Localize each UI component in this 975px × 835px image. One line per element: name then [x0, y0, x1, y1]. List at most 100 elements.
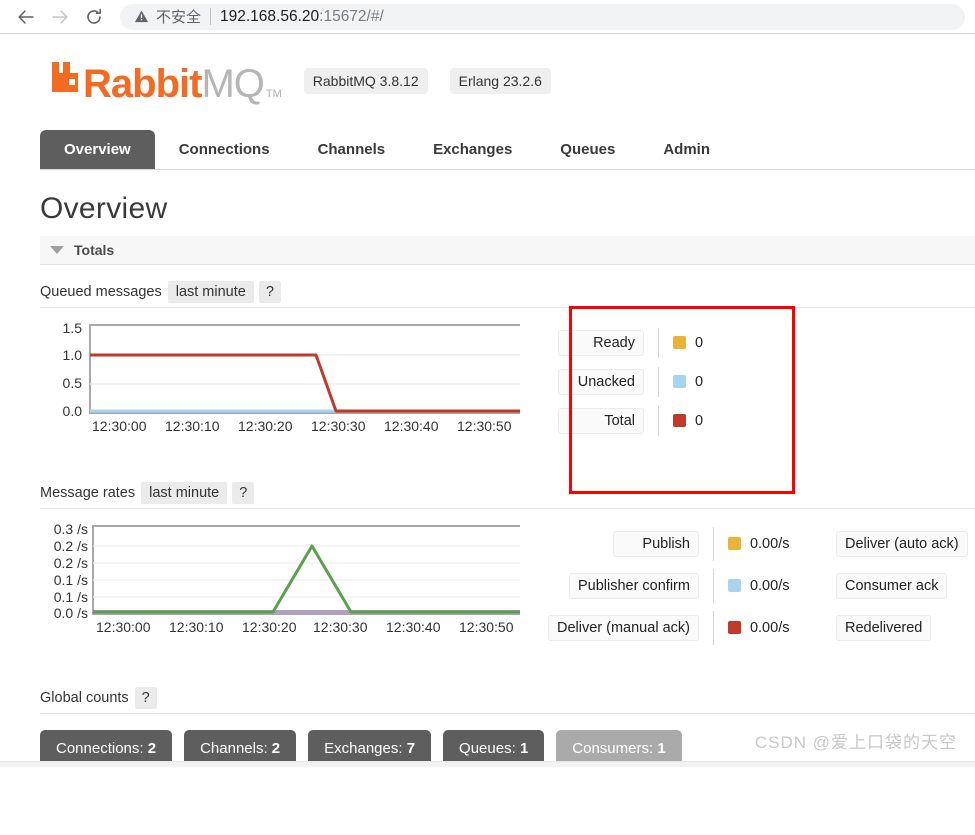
address-bar[interactable]: 不安全 192.168.56.20:15672/#/ [120, 3, 965, 30]
browser-forward-button[interactable] [44, 3, 76, 31]
global-count-consumers-label: Consumers: [572, 740, 654, 757]
svg-text:12:30:30: 12:30:30 [313, 619, 368, 635]
chevron-down-icon[interactable] [50, 246, 64, 254]
rates-help-button[interactable]: ? [232, 482, 255, 504]
legend-label-unacked[interactable]: Unacked [558, 368, 644, 396]
legend-row-publish: Publish 0.00/s Deliver (auto ack) [548, 527, 968, 561]
legend-swatch-unacked [673, 375, 686, 389]
logo-trademark: TM [265, 88, 282, 100]
svg-text:0.0: 0.0 [63, 403, 83, 419]
svg-text:0.1 /s: 0.1 /s [54, 572, 88, 588]
legend-label-total[interactable]: Total [558, 407, 644, 435]
rabbitmq-management-page: Rabbit MQ TM RabbitMQ 3.8.12 Erlang 23.2.6… [0, 34, 975, 767]
legend-value-unacked: 0 [695, 373, 704, 390]
legend-row-total: Total 0 [558, 397, 703, 436]
legend-value-total: 0 [695, 412, 704, 429]
svg-text:12:30:10: 12:30:10 [169, 619, 224, 635]
browser-toolbar: 不安全 192.168.56.20:15672/#/ [0, 0, 975, 34]
legend-label-deliver-auto-ack[interactable]: Deliver (auto ack) [835, 530, 968, 558]
page-bottom-rule [0, 761, 975, 767]
svg-text:1.0: 1.0 [63, 347, 83, 363]
legend-label-publisher-confirm[interactable]: Publisher confirm [568, 572, 699, 600]
rabbitmq-version-badge: RabbitMQ 3.8.12 [303, 68, 428, 94]
legend-row-ready: Ready 0 [558, 328, 703, 358]
global-count-connections-value: 2 [147, 740, 157, 757]
svg-text:0.0 /s: 0.0 /s [54, 605, 88, 621]
svg-text:12:30:20: 12:30:20 [238, 418, 293, 434]
global-count-queues-value: 1 [519, 740, 529, 757]
totals-section-header[interactable]: Totals [40, 236, 975, 265]
legend-value-publish: 0.00/s [749, 535, 790, 552]
brand-header: Rabbit MQ TM RabbitMQ 3.8.12 Erlang 23.2.6 [0, 34, 975, 104]
global-count-consumers-value: 1 [657, 740, 666, 757]
global-count-channels-value: 2 [271, 740, 281, 757]
queued-help-button[interactable]: ? [258, 281, 281, 303]
message-rates-section: Message rates last minute ? 0.3 /s 0.2 /… [40, 482, 975, 653]
global-counts-header: Global counts ? [40, 687, 975, 714]
legend-swatch-ready [673, 336, 686, 350]
legend-label-ready[interactable]: Ready [558, 329, 644, 357]
legend-label-redelivered[interactable]: Redelivered [835, 614, 932, 642]
main-navigation-tabs: Overview Connections Channels Exchanges … [40, 130, 975, 170]
queued-messages-title: Queued messages [40, 284, 162, 300]
legend-swatch-deliver-manual-ack [727, 621, 741, 635]
global-count-connections-label: Connections: [56, 740, 144, 757]
queued-messages-legend: Ready 0 Unacked 0 Total 0 [558, 328, 703, 436]
svg-text:12:30:10: 12:30:10 [165, 418, 220, 434]
url-host: 192.168.56.20 [220, 7, 320, 25]
global-counts-help-button[interactable]: ? [134, 687, 157, 709]
legend-value-ready: 0 [695, 334, 704, 351]
rabbitmq-logo[interactable]: Rabbit MQ TM [50, 60, 282, 104]
legend-row-deliver-manual-ack: Deliver (manual ack) 0.00/s Redelivered [548, 603, 968, 645]
page-title: Overview [40, 192, 168, 225]
legend-row-publisher-confirm: Publisher confirm 0.00/s Consumer ack [548, 561, 968, 603]
security-status-label: 不安全 [156, 9, 202, 26]
legend-swatch-publish [727, 537, 741, 551]
tab-queues[interactable]: Queues [536, 130, 639, 169]
tab-exchanges[interactable]: Exchanges [409, 130, 536, 169]
queued-period-button[interactable]: last minute [167, 281, 254, 303]
svg-text:12:30:00: 12:30:00 [96, 619, 151, 635]
tab-connections[interactable]: Connections [155, 130, 294, 169]
legend-swatch-total [673, 414, 686, 428]
message-rates-header: Message rates last minute ? [40, 482, 975, 509]
legend-label-consumer-ack[interactable]: Consumer ack [835, 572, 948, 600]
legend-label-publish[interactable]: Publish [612, 530, 699, 558]
legend-row-unacked: Unacked 0 [558, 358, 703, 397]
queued-messages-header: Queued messages last minute ? [40, 281, 975, 308]
message-rates-title: Message rates [40, 485, 136, 501]
global-count-queues-label: Queues: [459, 740, 516, 757]
legend-label-deliver-manual-ack[interactable]: Deliver (manual ack) [548, 614, 699, 642]
svg-text:0.5: 0.5 [63, 375, 83, 391]
svg-text:12:30:40: 12:30:40 [384, 418, 439, 434]
legend-swatch-publisher-confirm [727, 579, 741, 593]
browser-back-button[interactable] [10, 3, 42, 31]
svg-text:12:30:30: 12:30:30 [311, 418, 366, 434]
queued-messages-chart: 1.5 1.0 0.5 0.0 12:30:00 12:30:10 12:30:… [40, 322, 520, 452]
tab-admin[interactable]: Admin [639, 130, 734, 169]
legend-value-publisher-confirm: 0.00/s [749, 577, 790, 594]
rates-period-button[interactable]: last minute [141, 482, 228, 504]
global-count-exchanges-label: Exchanges: [324, 740, 403, 757]
logo-text-mq: MQ [201, 62, 264, 106]
svg-text:12:30:50: 12:30:50 [459, 619, 514, 635]
erlang-version-badge: Erlang 23.2.6 [449, 68, 551, 94]
svg-text:0.2 /s: 0.2 /s [54, 555, 88, 571]
warning-triangle-icon [134, 9, 149, 24]
message-rates-chart: 0.3 /s 0.2 /s 0.2 /s 0.1 /s 0.1 /s 0.0 /… [40, 523, 520, 653]
svg-text:12:30:20: 12:30:20 [242, 619, 297, 635]
browser-reload-button[interactable] [78, 3, 110, 31]
svg-text:0.3 /s: 0.3 /s [54, 523, 88, 537]
totals-label: Totals [74, 242, 115, 258]
svg-text:12:30:40: 12:30:40 [386, 619, 441, 635]
global-counts-section: Global counts ? Connections: 2 Channels:… [40, 687, 975, 767]
omnibox-divider [210, 8, 212, 25]
svg-text:0.2 /s: 0.2 /s [54, 538, 88, 554]
tab-overview[interactable]: Overview [40, 130, 155, 169]
tab-channels[interactable]: Channels [294, 130, 410, 169]
queued-messages-section: Queued messages last minute ? 1.5 1.0 0.… [40, 281, 975, 452]
legend-value-deliver-manual-ack: 0.00/s [749, 619, 790, 636]
message-rates-legend: Publish 0.00/s Deliver (auto ack) Publis… [548, 527, 968, 645]
svg-text:1.5: 1.5 [63, 322, 83, 336]
global-count-channels-label: Channels: [200, 740, 268, 757]
